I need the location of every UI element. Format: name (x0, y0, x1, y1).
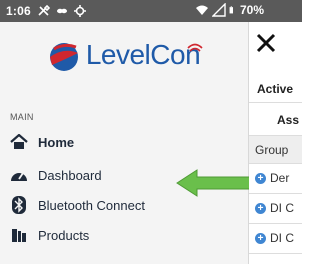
wireless-signal-icon (187, 43, 203, 52)
row-text: Der (270, 171, 290, 185)
expand-plus-icon[interactable]: + (255, 203, 266, 214)
table-header: Ass (249, 102, 302, 136)
link-icon (56, 8, 67, 14)
notification-icons (37, 4, 87, 18)
group-row[interactable]: Group (249, 136, 302, 164)
expand-plus-icon[interactable]: + (255, 173, 266, 184)
group-label: Group (255, 143, 289, 157)
menu-item-home-label: Home (38, 134, 75, 150)
section-label-main: MAIN (10, 112, 34, 122)
status-right: 70% (195, 3, 264, 17)
menu-item-dashboard-label: Dashboard (38, 167, 102, 183)
wifi-icon (195, 5, 208, 15)
levelcon-globe-icon (49, 43, 78, 71)
status-time: 1:06 (6, 4, 31, 18)
column-header: Ass (277, 113, 300, 127)
products-icon (10, 226, 28, 244)
navigation-drawer: LevelCon MAIN Home Dashboard Bluetooth C… (0, 22, 249, 264)
signal-icon (211, 3, 226, 17)
home-icon (10, 133, 28, 151)
battery-icon (229, 6, 233, 14)
gear-icon (73, 5, 86, 17)
background-app: Active Ass Group + Der + DI C + DI C (249, 22, 302, 264)
tools-icon (38, 4, 50, 16)
menu-item-products-label: Products (38, 227, 90, 243)
app-logo: LevelCon (0, 22, 248, 88)
menu-item-bluetooth-label: Bluetooth Connect (38, 197, 145, 213)
bluetooth-icon (10, 196, 28, 214)
row-text: DI C (270, 201, 294, 215)
menu-item-products[interactable]: Products (0, 220, 249, 250)
status-bar: 1:06 70% (0, 0, 302, 22)
expand-plus-icon[interactable]: + (255, 233, 266, 244)
menu-item-home[interactable]: Home (0, 127, 249, 157)
close-icon[interactable] (255, 32, 277, 54)
battery-percent: 70% (239, 3, 264, 17)
table-row[interactable]: + Der (249, 164, 302, 194)
background-page-title: Active (257, 82, 294, 96)
table-row[interactable]: + DI C (249, 224, 302, 254)
app-name: LevelCon (85, 39, 201, 70)
table-row[interactable]: + DI C (249, 194, 302, 224)
row-text: DI C (270, 231, 294, 245)
screen: 1:06 70% LevelCon MAIN Home Dashboard Bl… (0, 0, 302, 264)
speedometer-icon (10, 166, 28, 184)
highlight-arrow (176, 169, 252, 197)
